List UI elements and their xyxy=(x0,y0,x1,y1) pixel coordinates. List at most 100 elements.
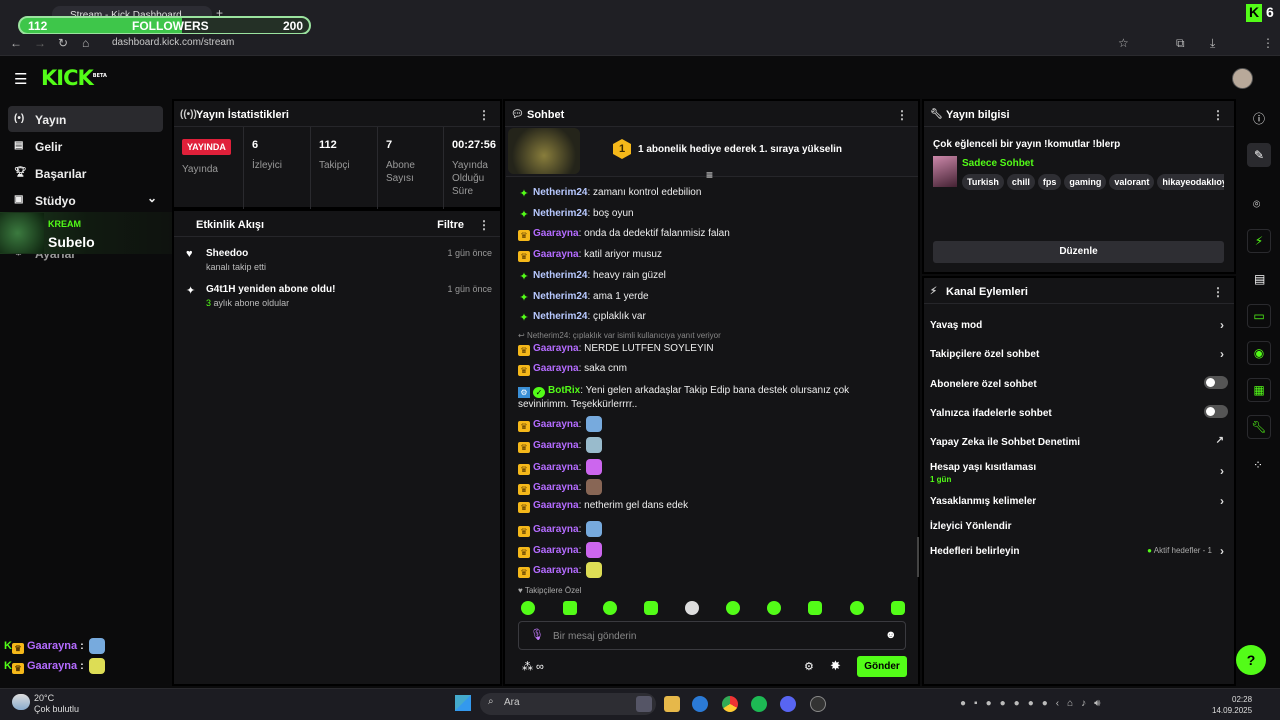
more-options-icon[interactable]: ⋮ xyxy=(1212,285,1224,299)
filter-button[interactable]: Filtre xyxy=(437,219,464,231)
broadcast-rail-icon[interactable]: ◉ xyxy=(1247,341,1271,365)
action-followers-only[interactable]: Takipçilere özel sohbet › xyxy=(930,347,1228,361)
emote-icon[interactable] xyxy=(603,601,617,615)
action-banned-words[interactable]: Yasaklanmış kelimeler › xyxy=(930,494,1228,508)
edit-button[interactable]: Düzenle xyxy=(933,241,1224,263)
action-ai-moderation[interactable]: Yapay Zeka ile Sohbet Denetimi ↗ xyxy=(930,435,1228,448)
taskbar-search[interactable]: ⌕ Ara xyxy=(480,693,656,715)
more-options-icon[interactable]: ⋮ xyxy=(896,108,908,122)
microphone-icon[interactable]: 🎙︎ xyxy=(530,628,544,641)
emote-icon[interactable] xyxy=(767,601,781,615)
hamburger-menu-icon[interactable]: ☰ xyxy=(14,70,27,88)
tag-chip[interactable]: Turkish xyxy=(962,174,1004,190)
info-icon[interactable]: ⓘ xyxy=(1253,110,1265,127)
tag-chip[interactable]: chill xyxy=(1006,174,1035,190)
discord-icon[interactable] xyxy=(780,696,796,712)
more-options-icon[interactable]: ⋮ xyxy=(1212,108,1224,122)
kick-logo[interactable]: KICKBETA xyxy=(41,66,107,90)
chat-username[interactable]: Gaarayna xyxy=(533,482,579,493)
url-field[interactable]: dashboard.kick.com/stream xyxy=(112,37,234,48)
file-explorer-icon[interactable] xyxy=(664,696,680,712)
chat-username[interactable]: Gaarayna xyxy=(533,440,579,451)
chat-username[interactable]: Gaarayna xyxy=(533,419,579,430)
bolt-rail-icon[interactable]: ⚡︎ xyxy=(1247,229,1271,253)
taskbar-clock[interactable]: 02:28 14.09.2025 xyxy=(1212,694,1252,716)
spotify-icon[interactable] xyxy=(751,696,767,712)
weather-widget[interactable]: 20°C Çok bulutlu xyxy=(34,693,79,715)
chat-username[interactable]: Gaarayna xyxy=(533,343,579,354)
chat-username[interactable]: Gaarayna xyxy=(533,565,579,576)
emote-icon[interactable] xyxy=(850,601,864,615)
chat-username[interactable]: Netherim24 xyxy=(533,311,587,322)
reload-icon[interactable]: ↻ xyxy=(58,36,68,50)
chat-username[interactable]: BotRix xyxy=(548,385,580,396)
chat-username[interactable]: Gaarayna xyxy=(533,524,579,535)
chat-scrollbar[interactable] xyxy=(917,537,919,577)
chat-username[interactable]: Gaarayna xyxy=(533,363,579,374)
emote-icon[interactable] xyxy=(726,601,740,615)
chat-username[interactable]: Gaarayna xyxy=(533,462,579,473)
back-icon[interactable]: ← xyxy=(10,36,22,50)
task-view-icon[interactable] xyxy=(636,696,652,712)
chat-rail-icon[interactable]: ▭ xyxy=(1247,304,1271,328)
more-options-icon[interactable]: ⋮ xyxy=(478,218,490,232)
emote-icon[interactable] xyxy=(891,601,905,615)
download-icon[interactable]: ⤓ xyxy=(1210,36,1215,51)
emote-menu-icon[interactable]: ✸ xyxy=(830,658,841,674)
action-raid[interactable]: İzleyici Yönlendir xyxy=(930,521,1228,532)
points-icon[interactable]: ⁂ ∞ xyxy=(522,660,544,673)
chrome-icon[interactable] xyxy=(722,696,738,712)
chat-username[interactable]: Gaarayna xyxy=(533,545,579,556)
emote-only-toggle[interactable] xyxy=(1204,405,1228,418)
send-button[interactable]: Gönder xyxy=(857,656,907,677)
emote-icon[interactable] xyxy=(685,601,699,615)
extensions-icon[interactable]: ⧉ xyxy=(1176,36,1185,51)
tag-chip[interactable]: gaming xyxy=(1064,174,1107,190)
chat-username[interactable]: Gaarayna xyxy=(533,500,579,511)
document-icon[interactable]: ▤ xyxy=(1254,272,1265,286)
action-slow-mode[interactable]: Yavaş mod › xyxy=(930,318,1228,332)
edge-icon[interactable] xyxy=(692,696,708,712)
sidebar-item-basarilar[interactable]: 🏆︎ Başarılar xyxy=(8,160,163,186)
windows-start-icon[interactable] xyxy=(455,695,471,711)
action-account-age[interactable]: Hesap yaşı kısıtlaması 1 gün › xyxy=(930,462,1228,484)
action-subs-only[interactable]: Abonelere özel sohbet xyxy=(930,376,1228,390)
tag-chip[interactable]: valorant xyxy=(1109,174,1155,190)
category-name[interactable]: Sadece Sohbet xyxy=(962,158,1034,169)
sidebar-item-gelir[interactable]: ▤ Gelir xyxy=(8,133,163,159)
user-avatar[interactable] xyxy=(1232,68,1253,89)
layout-rail-icon[interactable]: ▦ xyxy=(1247,378,1271,402)
chat-username[interactable]: Netherim24 xyxy=(533,270,587,281)
edit-pencil-icon[interactable]: ✎ xyxy=(1247,143,1271,167)
obs-icon[interactable] xyxy=(810,696,826,712)
emote-icon[interactable] xyxy=(563,601,577,615)
emoji-picker-icon[interactable]: ☻ xyxy=(885,629,897,641)
collapse-icon[interactable]: ≡ xyxy=(706,168,713,182)
menu-dots-icon[interactable]: ⋮ xyxy=(1262,36,1274,50)
more-options-icon[interactable]: ⋮ xyxy=(478,108,490,122)
sidebar-item-yayin[interactable]: (•) Yayın xyxy=(8,106,163,132)
tag-chip[interactable]: fps xyxy=(1037,174,1062,190)
camera-icon[interactable]: ⌾ xyxy=(1253,197,1260,212)
wrench-rail-icon[interactable]: 🔧︎ xyxy=(1247,415,1271,439)
chat-username[interactable]: Netherim24 xyxy=(533,208,587,219)
chat-username[interactable]: Netherim24 xyxy=(533,187,587,198)
chat-settings-icon[interactable]: ⚙ xyxy=(804,660,814,673)
help-button[interactable]: ? xyxy=(1236,645,1266,675)
sidebar-item-studyo[interactable]: ▣ Stüdyo ⌄ xyxy=(8,187,163,213)
forward-icon[interactable]: → xyxy=(34,36,46,50)
chat-username[interactable]: Netherim24 xyxy=(533,291,587,302)
system-tray-icons[interactable]: ●▪●●●●●‹⌂♪🔊︎ xyxy=(960,698,1108,709)
apps-icon[interactable]: ⁘ xyxy=(1253,458,1263,472)
chat-username[interactable]: Gaarayna xyxy=(533,228,579,239)
emote-icon[interactable] xyxy=(521,601,535,615)
emote-icon[interactable] xyxy=(644,601,658,615)
subs-only-toggle[interactable] xyxy=(1204,376,1228,389)
emote-icon[interactable] xyxy=(808,601,822,615)
action-goals[interactable]: Hedefleri belirleyin ● Aktif hedefler - 1… xyxy=(930,544,1228,558)
home-icon[interactable]: ⌂ xyxy=(82,36,89,50)
action-emote-only[interactable]: Yalnızca ifadelerle sohbet xyxy=(930,405,1228,419)
bookmark-star-icon[interactable]: ☆ xyxy=(1118,36,1129,50)
tag-chip[interactable]: hikayeodaklıoyu xyxy=(1157,174,1224,190)
chat-username[interactable]: Gaarayna xyxy=(533,249,579,260)
